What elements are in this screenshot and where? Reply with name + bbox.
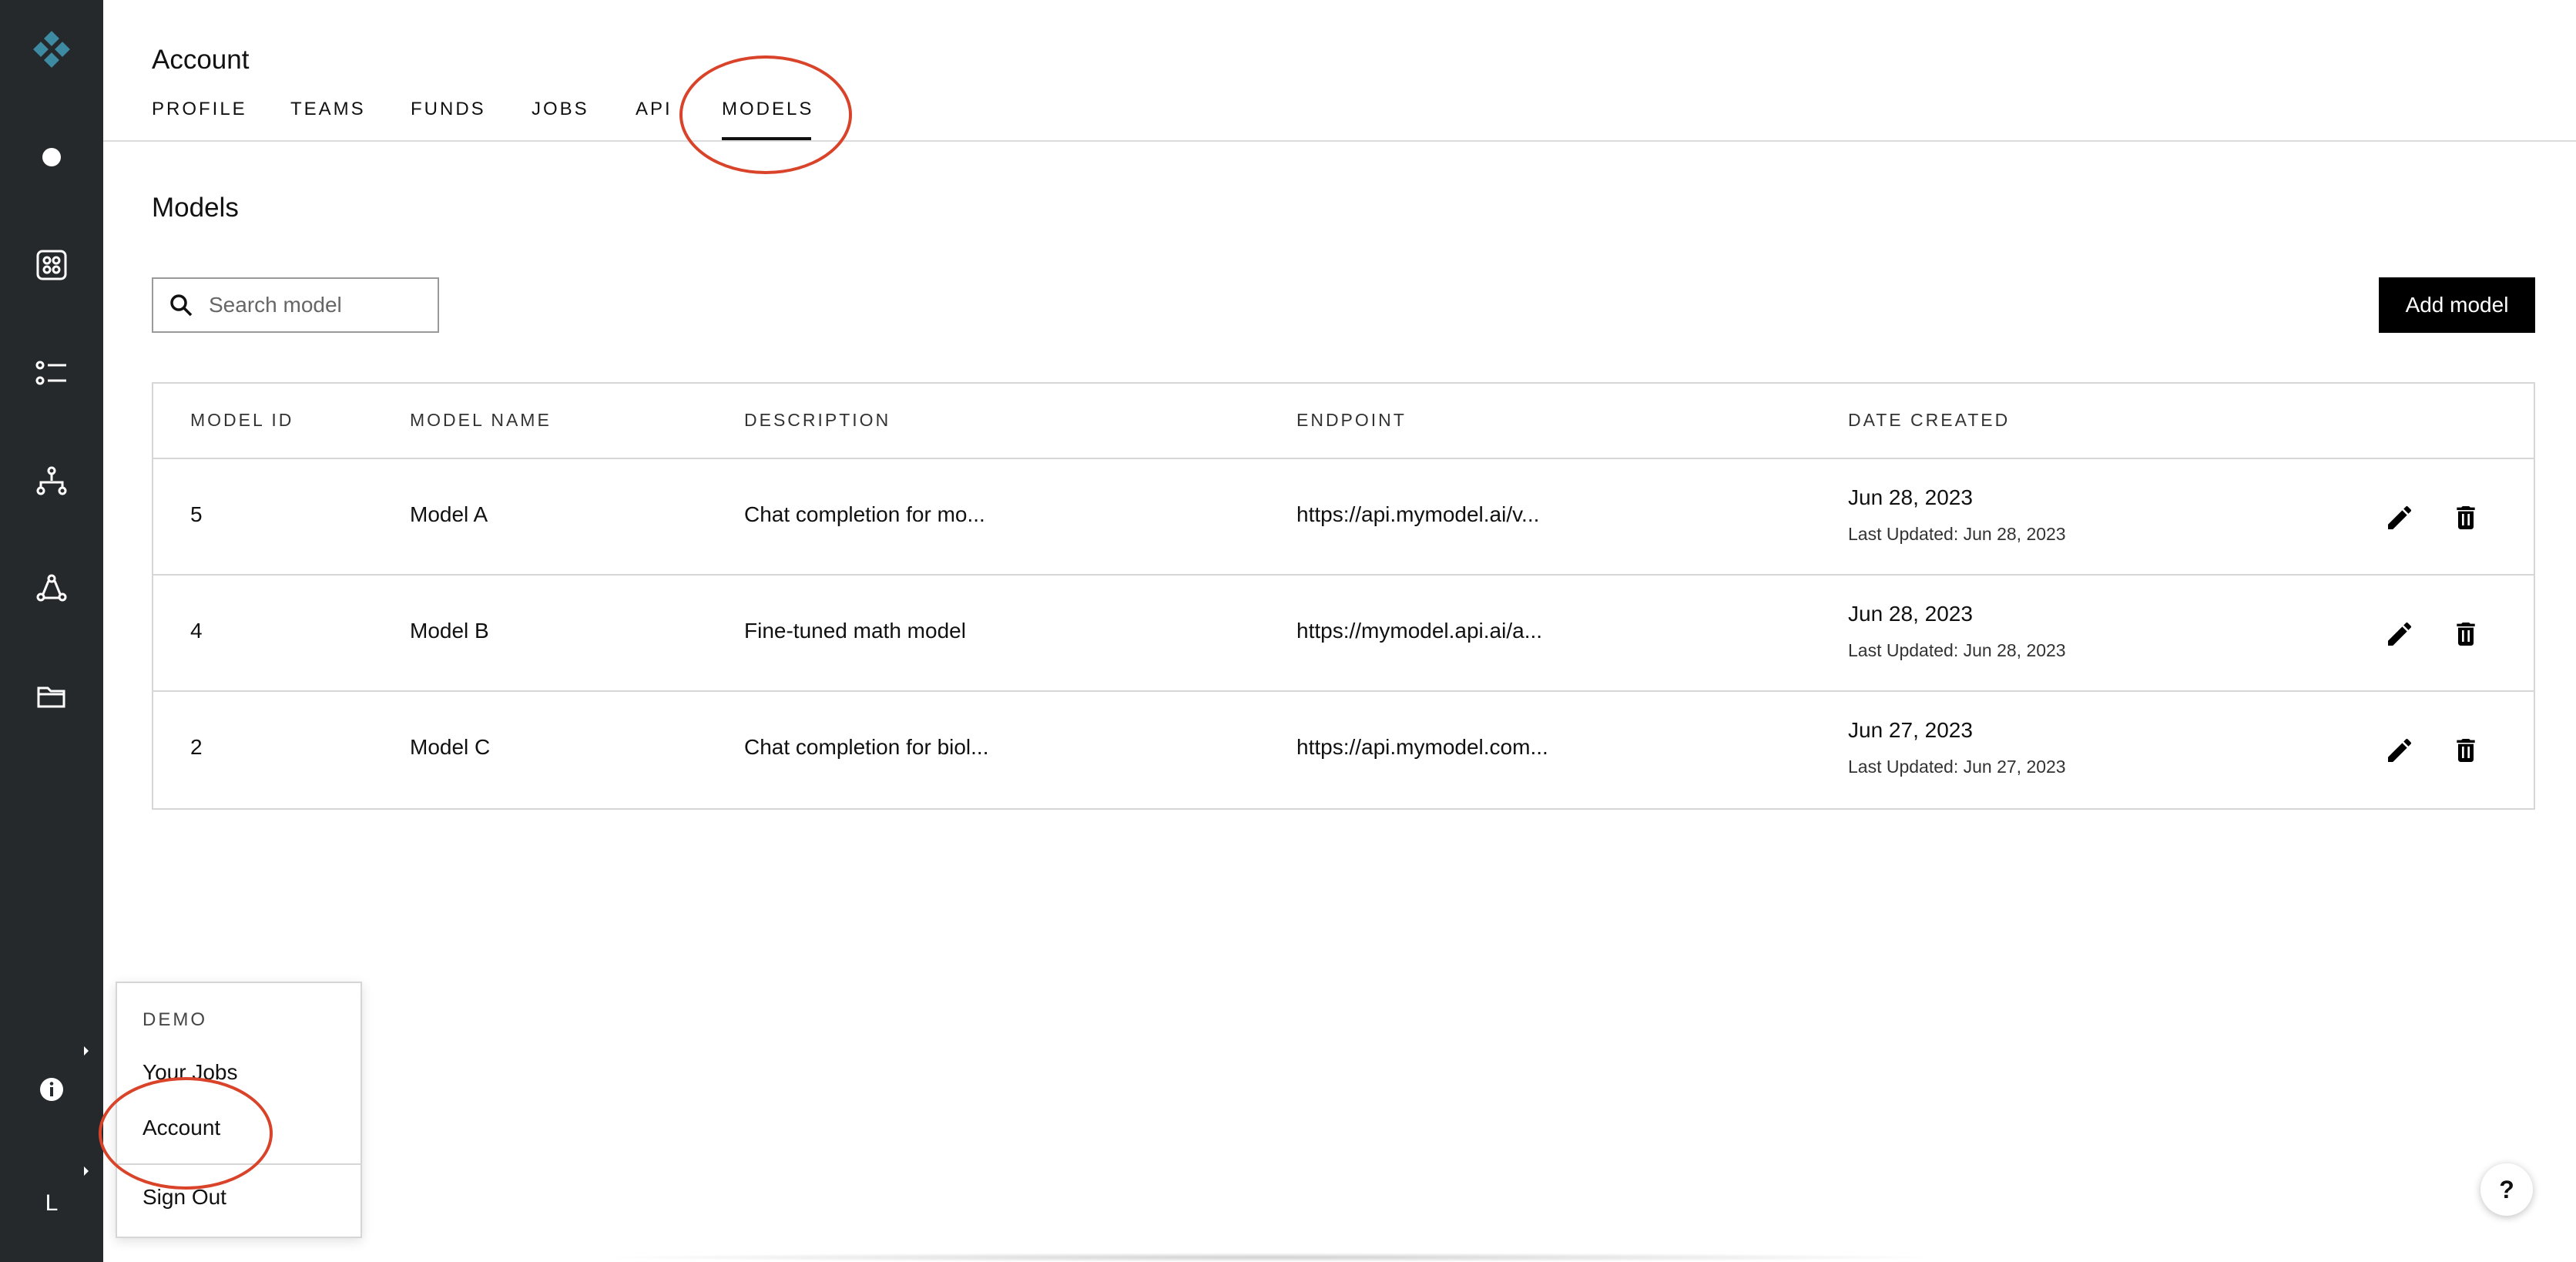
- model-endpoint: https://api.mymodel.com...: [1296, 735, 1548, 759]
- model-description: Chat completion for mo...: [744, 502, 985, 526]
- sidebar: L: [0, 0, 103, 1262]
- model-description: Chat completion for biol...: [744, 735, 989, 759]
- model-name: Model B: [410, 619, 489, 643]
- pencil-icon[interactable]: [2381, 732, 2418, 769]
- model-id: 5: [190, 502, 203, 526]
- caret-right-icon[interactable]: [80, 1043, 92, 1059]
- info-icon[interactable]: [0, 1066, 103, 1113]
- menu-section-label: DEMO: [143, 1009, 207, 1030]
- model-endpoint: https://mymodel.api.ai/a...: [1296, 619, 1543, 643]
- folder-icon[interactable]: [0, 673, 103, 720]
- page-title: Account: [152, 45, 250, 75]
- diamond-logo-icon[interactable]: [0, 26, 103, 72]
- pencil-icon[interactable]: [2381, 499, 2418, 536]
- checklist-icon[interactable]: [0, 350, 103, 396]
- table-row[interactable]: 4 Model B Fine-tuned math model https://…: [153, 576, 2534, 692]
- table-row[interactable]: 2 Model C Chat completion for biol... ht…: [153, 692, 2534, 808]
- column-header-endpoint[interactable]: ENDPOINT: [1296, 410, 1407, 431]
- command-grid-icon[interactable]: [0, 242, 103, 288]
- column-header-date-created[interactable]: DATE CREATED: [1848, 410, 2010, 431]
- tab-jobs[interactable]: JOBS: [532, 99, 589, 140]
- table-row[interactable]: 5 Model A Chat completion for mo... http…: [153, 459, 2534, 576]
- caret-right-icon[interactable]: [80, 1163, 92, 1179]
- last-updated: Last Updated: Jun 28, 2023: [1848, 524, 2066, 544]
- pencil-icon[interactable]: [2381, 616, 2418, 653]
- model-description: Fine-tuned math model: [744, 619, 966, 643]
- tab-funds[interactable]: FUNDS: [411, 99, 486, 140]
- bottom-shadow: [585, 1253, 1957, 1262]
- model-id: 2: [190, 735, 203, 759]
- model-name: Model C: [410, 735, 491, 759]
- tab-profile[interactable]: PROFILE: [152, 99, 247, 140]
- last-updated: Last Updated: Jun 28, 2023: [1848, 640, 2066, 660]
- section-title: Models: [152, 193, 239, 223]
- last-updated: Last Updated: Jun 27, 2023: [1848, 757, 2066, 777]
- menu-item-your-jobs[interactable]: Your Jobs: [143, 1060, 238, 1085]
- search-icon: [170, 294, 193, 317]
- date-created: Jun 28, 2023: [1848, 602, 1973, 626]
- column-header-model-name[interactable]: MODEL NAME: [410, 410, 552, 431]
- column-header-model-id[interactable]: MODEL ID: [190, 410, 293, 431]
- menu-item-sign-out[interactable]: Sign Out: [143, 1185, 226, 1210]
- network-icon[interactable]: [0, 566, 103, 612]
- model-endpoint: https://api.mymodel.ai/v...: [1296, 502, 1540, 526]
- tab-api[interactable]: API: [636, 99, 673, 140]
- date-created: Jun 28, 2023: [1848, 485, 1973, 509]
- column-header-description[interactable]: DESCRIPTION: [744, 410, 891, 431]
- menu-divider: [117, 1163, 361, 1165]
- search-box[interactable]: [152, 277, 439, 333]
- trash-icon[interactable]: [2447, 732, 2484, 769]
- dot-icon[interactable]: [0, 134, 103, 180]
- models-table: MODEL ID MODEL NAME DESCRIPTION ENDPOINT…: [152, 382, 2535, 810]
- search-input[interactable]: [209, 293, 432, 317]
- menu-item-account[interactable]: Account: [143, 1116, 220, 1140]
- avatar[interactable]: L: [0, 1190, 103, 1217]
- user-menu: DEMO Your Jobs Account Sign Out: [116, 982, 362, 1238]
- model-id: 4: [190, 619, 203, 643]
- header-divider: [103, 140, 2576, 142]
- hierarchy-icon[interactable]: [0, 458, 103, 504]
- date-created: Jun 27, 2023: [1848, 718, 1973, 742]
- trash-icon[interactable]: [2447, 499, 2484, 536]
- table-header: MODEL ID MODEL NAME DESCRIPTION ENDPOINT…: [153, 384, 2534, 459]
- help-button[interactable]: ?: [2480, 1163, 2533, 1216]
- add-model-button[interactable]: Add model: [2379, 277, 2535, 333]
- tab-teams[interactable]: TEAMS: [290, 99, 366, 140]
- trash-icon[interactable]: [2447, 616, 2484, 653]
- model-name: Model A: [410, 502, 488, 526]
- tab-models[interactable]: MODELS: [722, 99, 813, 140]
